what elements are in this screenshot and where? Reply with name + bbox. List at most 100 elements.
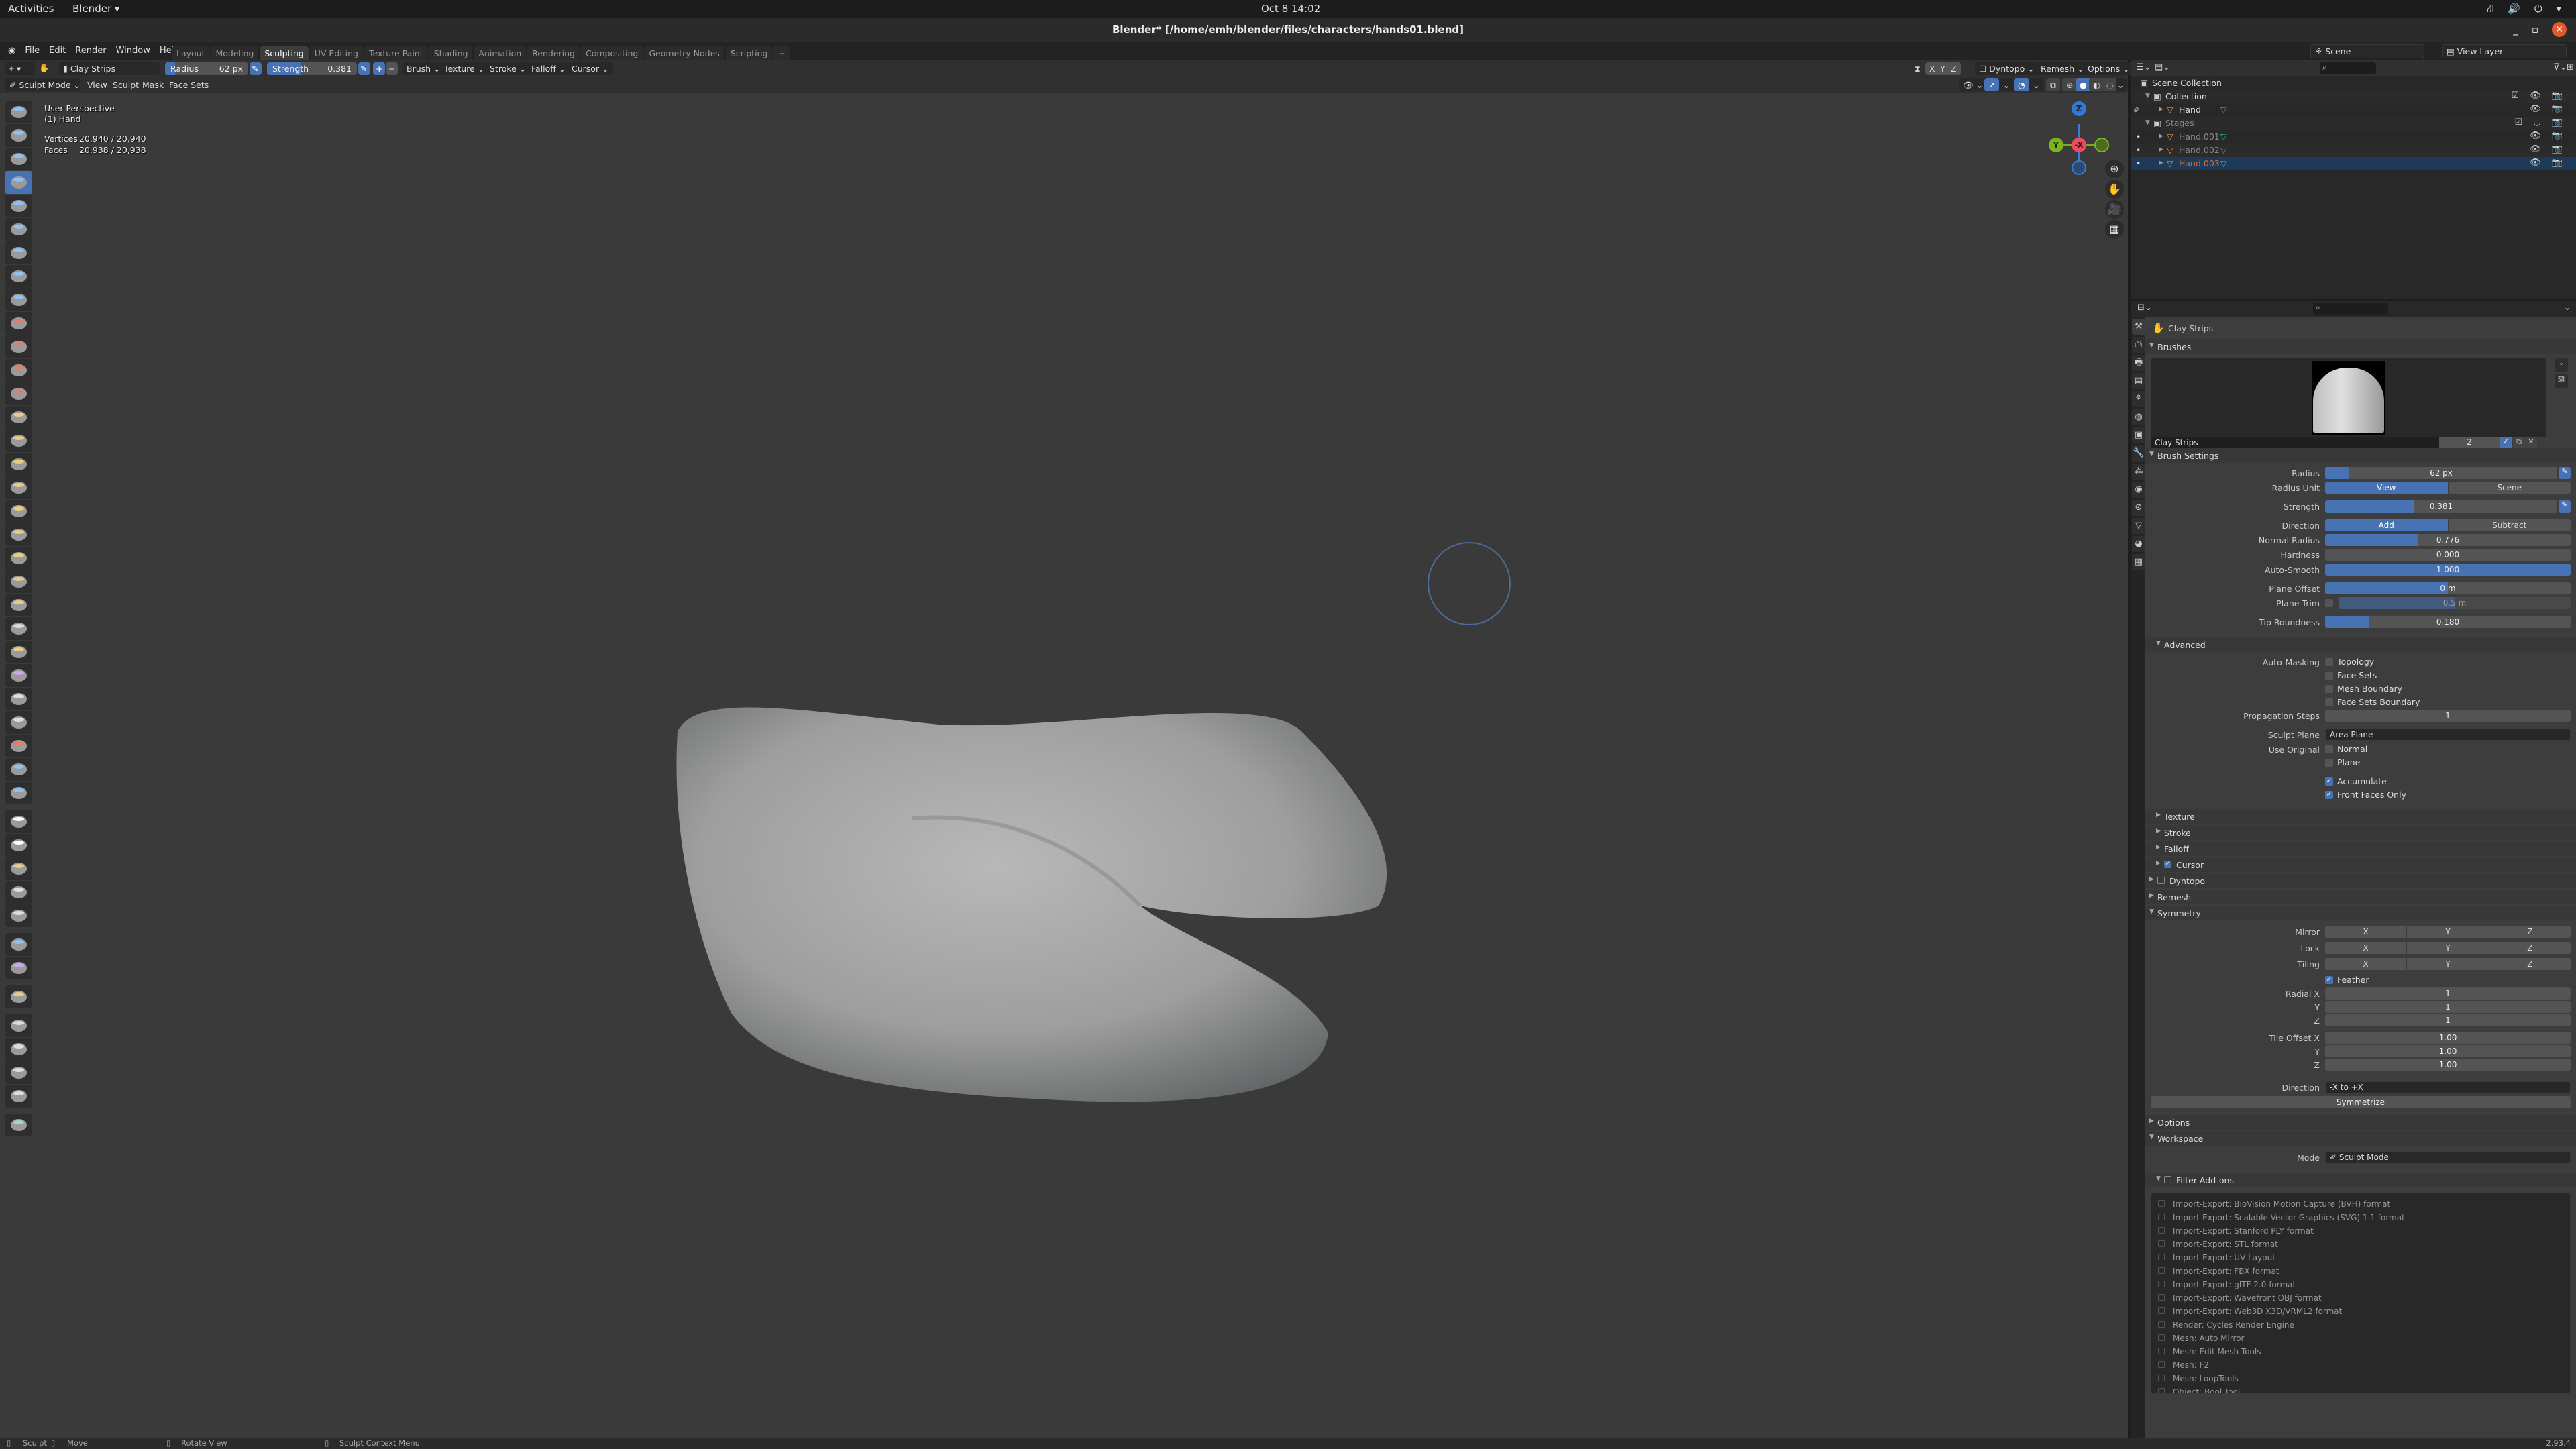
remesh-menu[interactable]: Remesh ⌄ [2037, 62, 2088, 75]
sculpt-tool-22[interactable] [5, 617, 32, 640]
hardness-slider[interactable]: 0.000 [2325, 549, 2571, 561]
options-panel-header[interactable]: ▶ Options [2145, 1115, 2576, 1130]
outliner-item-name[interactable]: Collection [2165, 91, 2207, 101]
menu-edit[interactable]: Edit [49, 46, 66, 56]
sculpt-tool-2[interactable] [5, 148, 32, 170]
advanced-panel-header[interactable]: ▼ Advanced [2145, 637, 2576, 652]
outliner-search[interactable]: ⌕ [2320, 62, 2376, 74]
subpanel-falloff[interactable]: ▶ Falloff [2145, 841, 2576, 856]
filter-icon[interactable]: ⊽⌄ [2553, 62, 2567, 72]
falloff-menu[interactable]: Falloff ⌄ [527, 62, 570, 75]
xray-toggle[interactable]: ⧉ [2046, 78, 2060, 91]
pressure-icon[interactable]: ✎ [2559, 467, 2571, 479]
outliner-item-name[interactable]: Stages [2165, 118, 2194, 128]
expand-arrow-icon[interactable]: ▼ [2149, 1134, 2154, 1140]
output-tab-icon[interactable]: 🖶 [2132, 355, 2145, 371]
plane-trim-checkbox[interactable] [2325, 599, 2333, 607]
visibility-toggles[interactable]: 👁 📷 [2530, 144, 2567, 154]
sculpt-tool-26[interactable] [5, 711, 32, 734]
stroke-menu[interactable]: Stroke ⌄ [486, 62, 531, 75]
radial-1-field[interactable]: 1 [2325, 1001, 2571, 1013]
view-layer-tab-icon[interactable]: ▤ [2132, 373, 2145, 389]
addon-item[interactable]: Render: Cycles Render Engine [2151, 1318, 2570, 1332]
tab-layout[interactable]: Layout [172, 46, 210, 60]
mode-dot-icon[interactable]: • [2136, 158, 2141, 168]
cursor-menu[interactable]: Cursor ⌄ [568, 62, 613, 75]
sculpt-tool-8[interactable] [5, 288, 32, 311]
tab-uv-editing[interactable]: UV Editing [309, 46, 363, 60]
addon-checkbox[interactable] [2158, 1200, 2165, 1207]
expand-arrow-icon[interactable]: ▶ [2156, 844, 2161, 851]
sculpt-tool-4[interactable] [5, 195, 32, 217]
auto-masking-face-sets-boundary-checkbox[interactable] [2325, 698, 2333, 706]
brush-image-icon[interactable]: ▨ [2555, 374, 2568, 388]
gizmo-z[interactable]: Z [2072, 101, 2086, 116]
gizmo-dropdown[interactable]: ⌄ [1999, 78, 2015, 91]
direction-subtract-button[interactable]: − [386, 62, 398, 75]
sculpt-tool-42[interactable] [5, 1014, 32, 1037]
dyntopo-panel-header-checkbox[interactable] [2157, 877, 2165, 884]
radial-0-field[interactable]: 1 [2325, 987, 2571, 1000]
auto-masking-mesh-boundary-checkbox[interactable] [2325, 685, 2333, 693]
sculpt-tool-35[interactable] [5, 904, 32, 927]
mirror-x-toggle[interactable]: X [2325, 926, 2407, 938]
menu-face-sets[interactable]: Face Sets [165, 78, 213, 91]
zoom-view-icon[interactable]: ⊕ [2105, 160, 2124, 178]
3d-viewport[interactable]: ⌖ ▾ ✋ ▮ Clay Strips Radius 62 px ✎ Stren… [0, 60, 2134, 1441]
remesh-panel-header[interactable]: ▶ Remesh [2145, 890, 2576, 904]
tab-rendering[interactable]: Rendering [527, 46, 580, 60]
overlay-toggle[interactable]: ◔ [2014, 78, 2029, 91]
use-original-plane-checkbox[interactable] [2325, 759, 2333, 767]
addon-checkbox[interactable] [2158, 1214, 2165, 1220]
pan-view-icon[interactable]: ✋ [2105, 180, 2124, 199]
addon-checkbox[interactable] [2158, 1388, 2165, 1393]
editor-type-button[interactable]: ⌖ ▾ [5, 62, 35, 75]
addon-item[interactable]: Import-Export: glTF 2.0 format [2151, 1278, 2570, 1291]
filter-addons-panel-header-checkbox[interactable] [2164, 1176, 2171, 1183]
brush-name-field[interactable]: Clay Strips [2151, 437, 2439, 448]
addon-item[interactable]: Import-Export: Web3D X3D/VRML2 format [2151, 1305, 2570, 1318]
addon-checkbox[interactable] [2158, 1321, 2165, 1328]
sculpt-tool-38[interactable] [5, 957, 32, 979]
outliner-row[interactable]: ▼ ▣ Collection ☑ 👁 📷 [2131, 90, 2576, 103]
workspace-mode-dropdown[interactable]: ✐ Sculpt Mode [2325, 1151, 2571, 1163]
texture-menu[interactable]: Texture ⌄ [440, 62, 489, 75]
blender-logo-icon[interactable]: ◉ [8, 46, 15, 56]
workspace-panel-header[interactable]: ▼ Workspace [2145, 1131, 2576, 1146]
outliner-row[interactable]: ▶ ▽ Hand.003 ▽ • 👁 📷 [2131, 157, 2576, 170]
modifier-tab-icon[interactable]: 🔧 [2132, 445, 2145, 462]
overlay-dropdown[interactable]: ⌄ [2029, 78, 2044, 91]
lock-x-toggle[interactable]: X [2325, 942, 2407, 954]
dyntopo-menu[interactable]: ☐ Dyntopo ⌄ [1975, 62, 2039, 75]
pressure-icon[interactable]: ✎ [2559, 500, 2571, 513]
ortho-toggle-icon[interactable]: ▦ [2105, 220, 2124, 239]
radius-slider[interactable]: Radius 62 px [165, 62, 248, 75]
front-faces-only-checkbox[interactable]: ✓ [2325, 791, 2333, 799]
brush-users-count[interactable]: 2 [2439, 437, 2500, 448]
outliner-item-name[interactable]: Hand.002 [2179, 145, 2220, 155]
addon-checkbox[interactable] [2158, 1281, 2165, 1287]
addon-checkbox[interactable] [2158, 1240, 2165, 1247]
sculpt-tool-21[interactable] [5, 594, 32, 616]
sculpt-tool-23[interactable] [5, 641, 32, 663]
menu-file[interactable]: File [25, 46, 40, 56]
sculpt-tool-19[interactable] [5, 547, 32, 570]
tab-shading[interactable]: Shading [429, 46, 473, 60]
sculpt-tool-33[interactable] [5, 857, 32, 880]
sculpt-tool-17[interactable] [5, 500, 32, 523]
sculpt-tool-14[interactable] [5, 429, 32, 452]
sculpt-tool-40[interactable] [5, 985, 32, 1008]
shading-dropdown[interactable]: ⌄ [2116, 78, 2127, 91]
mesh-data-icon[interactable]: ▽ [2220, 145, 2227, 155]
sculpt-tool-32[interactable] [5, 834, 32, 857]
strength-slider[interactable]: 0.381 [2325, 500, 2557, 513]
sculpt-plane-dropdown[interactable]: Area Plane [2325, 729, 2571, 741]
sculpt-tool-44[interactable] [5, 1061, 32, 1084]
display-mode-icon[interactable]: ☰⌄ [2136, 62, 2151, 72]
sculpt-tool-15[interactable] [5, 453, 32, 476]
brushes-panel-header[interactable]: ▼ Brushes [2145, 339, 2576, 354]
gizmo-neg-z[interactable] [2072, 160, 2086, 175]
addon-item[interactable]: Import-Export: STL format [2151, 1238, 2570, 1251]
expand-arrow-icon[interactable]: ▼ [2156, 1175, 2161, 1182]
tile-offset-2-field[interactable]: 1.00 [2325, 1059, 2571, 1071]
